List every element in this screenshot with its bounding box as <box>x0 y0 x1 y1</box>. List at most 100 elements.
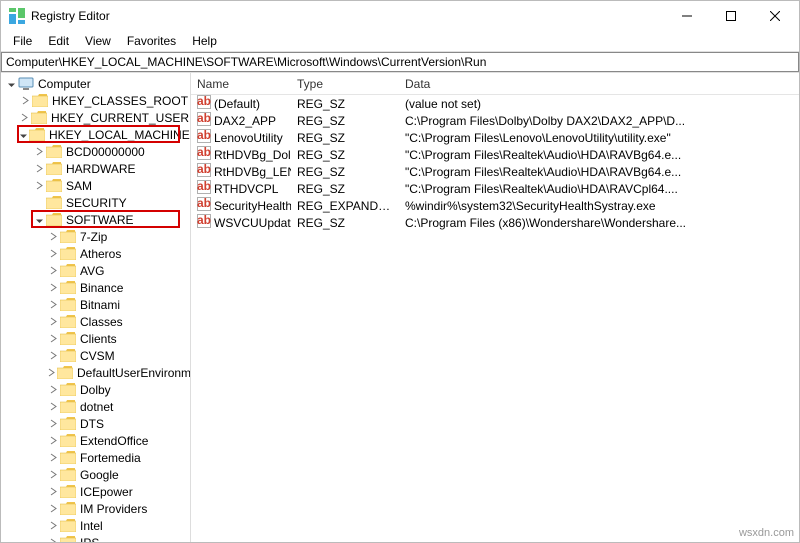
expand-icon[interactable] <box>5 78 17 90</box>
value-data: "C:\Program Files\Lenovo\LenovoUtility\u… <box>399 131 799 145</box>
tree-item[interactable]: HKEY_CURRENT_USER <box>3 109 190 126</box>
expand-icon[interactable] <box>19 95 31 107</box>
tree-item[interactable]: DTS <box>3 415 190 432</box>
expand-icon[interactable] <box>47 435 59 447</box>
col-name[interactable]: Name <box>191 74 291 94</box>
value-name-cell: ab WSVCUUpdateH... <box>191 214 291 231</box>
tree-item[interactable]: 7-Zip <box>3 228 190 245</box>
window-title: Registry Editor <box>31 9 665 23</box>
close-button[interactable] <box>753 2 797 30</box>
tree-item-label: Dolby <box>79 383 112 397</box>
folder-icon <box>60 400 76 414</box>
tree-item[interactable]: AVG <box>3 262 190 279</box>
tree-item[interactable]: Dolby <box>3 381 190 398</box>
tree-item[interactable]: Classes <box>3 313 190 330</box>
tree-item-label: HKEY_CLASSES_ROOT <box>51 94 189 108</box>
tree-item[interactable]: Fortemedia <box>3 449 190 466</box>
menu-view[interactable]: View <box>77 32 119 50</box>
tree-item-label: SOFTWARE <box>65 213 135 227</box>
menu-favorites[interactable]: Favorites <box>119 32 184 50</box>
folder-icon <box>60 264 76 278</box>
tree-item[interactable]: SOFTWARE <box>3 211 190 228</box>
folder-icon <box>60 502 76 516</box>
expand-icon[interactable] <box>33 180 45 192</box>
maximize-button[interactable] <box>709 2 753 30</box>
tree-item[interactable]: SECURITY <box>3 194 190 211</box>
expand-icon[interactable] <box>47 265 59 277</box>
registry-values-list[interactable]: Name Type Data ab (Default) REG_SZ (valu… <box>191 73 799 542</box>
tree-item[interactable]: HARDWARE <box>3 160 190 177</box>
tree-item[interactable]: Computer <box>3 75 190 92</box>
tree-item[interactable]: HKEY_CLASSES_ROOT <box>3 92 190 109</box>
expand-icon[interactable] <box>47 384 59 396</box>
folder-icon <box>60 485 76 499</box>
expand-icon[interactable] <box>47 282 59 294</box>
tree-item[interactable]: HKEY_LOCAL_MACHINE <box>3 126 190 143</box>
tree-item[interactable]: ICEpower <box>3 483 190 500</box>
tree-item[interactable]: CVSM <box>3 347 190 364</box>
title-bar[interactable]: Registry Editor <box>1 1 799 31</box>
tree-item[interactable]: Atheros <box>3 245 190 262</box>
tree-item-label: Clients <box>79 332 118 346</box>
expand-icon[interactable] <box>19 112 30 124</box>
expand-icon[interactable] <box>47 248 59 260</box>
registry-tree[interactable]: Computer HKEY_CLASSES_ROOT HKEY_CURRENT_… <box>1 73 191 542</box>
expand-icon[interactable] <box>47 350 59 362</box>
tree-item-label: Fortemedia <box>79 451 142 465</box>
folder-icon <box>31 111 47 125</box>
expand-icon[interactable] <box>47 299 59 311</box>
tree-item-label: HKEY_LOCAL_MACHINE <box>48 128 191 142</box>
value-row[interactable]: ab DAX2_APP REG_SZ C:\Program Files\Dolb… <box>191 112 799 129</box>
expand-icon[interactable] <box>33 214 45 226</box>
tree-item[interactable]: SAM <box>3 177 190 194</box>
expand-icon[interactable] <box>47 503 59 515</box>
expand-icon[interactable] <box>47 469 59 481</box>
expand-icon[interactable] <box>33 146 45 158</box>
tree-item[interactable]: IPS <box>3 534 190 542</box>
registry-editor-window: Registry Editor File Edit View Favorites… <box>0 0 800 543</box>
tree-item[interactable]: Binance <box>3 279 190 296</box>
col-data[interactable]: Data <box>399 74 799 94</box>
minimize-button[interactable] <box>665 2 709 30</box>
col-type[interactable]: Type <box>291 74 399 94</box>
tree-item[interactable]: Intel <box>3 517 190 534</box>
tree-item-label: CVSM <box>79 349 116 363</box>
tree-item[interactable]: Clients <box>3 330 190 347</box>
folder-icon <box>60 332 76 346</box>
expand-icon[interactable] <box>19 129 28 141</box>
tree-item[interactable]: Google <box>3 466 190 483</box>
tree-item-label: 7-Zip <box>79 230 108 244</box>
value-name-cell: ab RTHDVCPL <box>191 180 291 197</box>
value-type: REG_SZ <box>291 131 399 145</box>
expand-icon[interactable] <box>47 231 59 243</box>
value-row[interactable]: ab SecurityHealth REG_EXPAND_SZ %windir%… <box>191 197 799 214</box>
expand-icon[interactable] <box>47 316 59 328</box>
tree-item[interactable]: IM Providers <box>3 500 190 517</box>
tree-item[interactable]: DefaultUserEnvironm <box>3 364 190 381</box>
tree-item[interactable]: dotnet <box>3 398 190 415</box>
value-row[interactable]: ab WSVCUUpdateH... REG_SZ C:\Program Fil… <box>191 214 799 231</box>
value-row[interactable]: ab (Default) REG_SZ (value not set) <box>191 95 799 112</box>
expand-icon[interactable] <box>47 367 56 379</box>
menu-file[interactable]: File <box>5 32 40 50</box>
expand-icon[interactable] <box>47 418 59 430</box>
tree-item[interactable]: ExtendOffice <box>3 432 190 449</box>
value-name-cell: ab RtHDVBg_LENO... <box>191 163 291 180</box>
expand-icon[interactable] <box>47 486 59 498</box>
expand-icon[interactable] <box>47 520 59 532</box>
menu-help[interactable]: Help <box>184 32 225 50</box>
value-row[interactable]: ab RtHDVBg_Dolby REG_SZ "C:\Program File… <box>191 146 799 163</box>
menu-edit[interactable]: Edit <box>40 32 77 50</box>
tree-item[interactable]: Bitnami <box>3 296 190 313</box>
expand-icon[interactable] <box>47 452 59 464</box>
expand-icon[interactable] <box>47 401 59 413</box>
expand-icon[interactable] <box>33 163 45 175</box>
expand-icon[interactable] <box>47 537 59 543</box>
tree-item[interactable]: BCD00000000 <box>3 143 190 160</box>
value-row[interactable]: ab LenovoUtility REG_SZ "C:\Program File… <box>191 129 799 146</box>
address-input[interactable] <box>1 52 799 72</box>
expand-icon[interactable] <box>47 333 59 345</box>
value-row[interactable]: ab RtHDVBg_LENO... REG_SZ "C:\Program Fi… <box>191 163 799 180</box>
value-row[interactable]: ab RTHDVCPL REG_SZ "C:\Program Files\Rea… <box>191 180 799 197</box>
list-header[interactable]: Name Type Data <box>191 73 799 95</box>
